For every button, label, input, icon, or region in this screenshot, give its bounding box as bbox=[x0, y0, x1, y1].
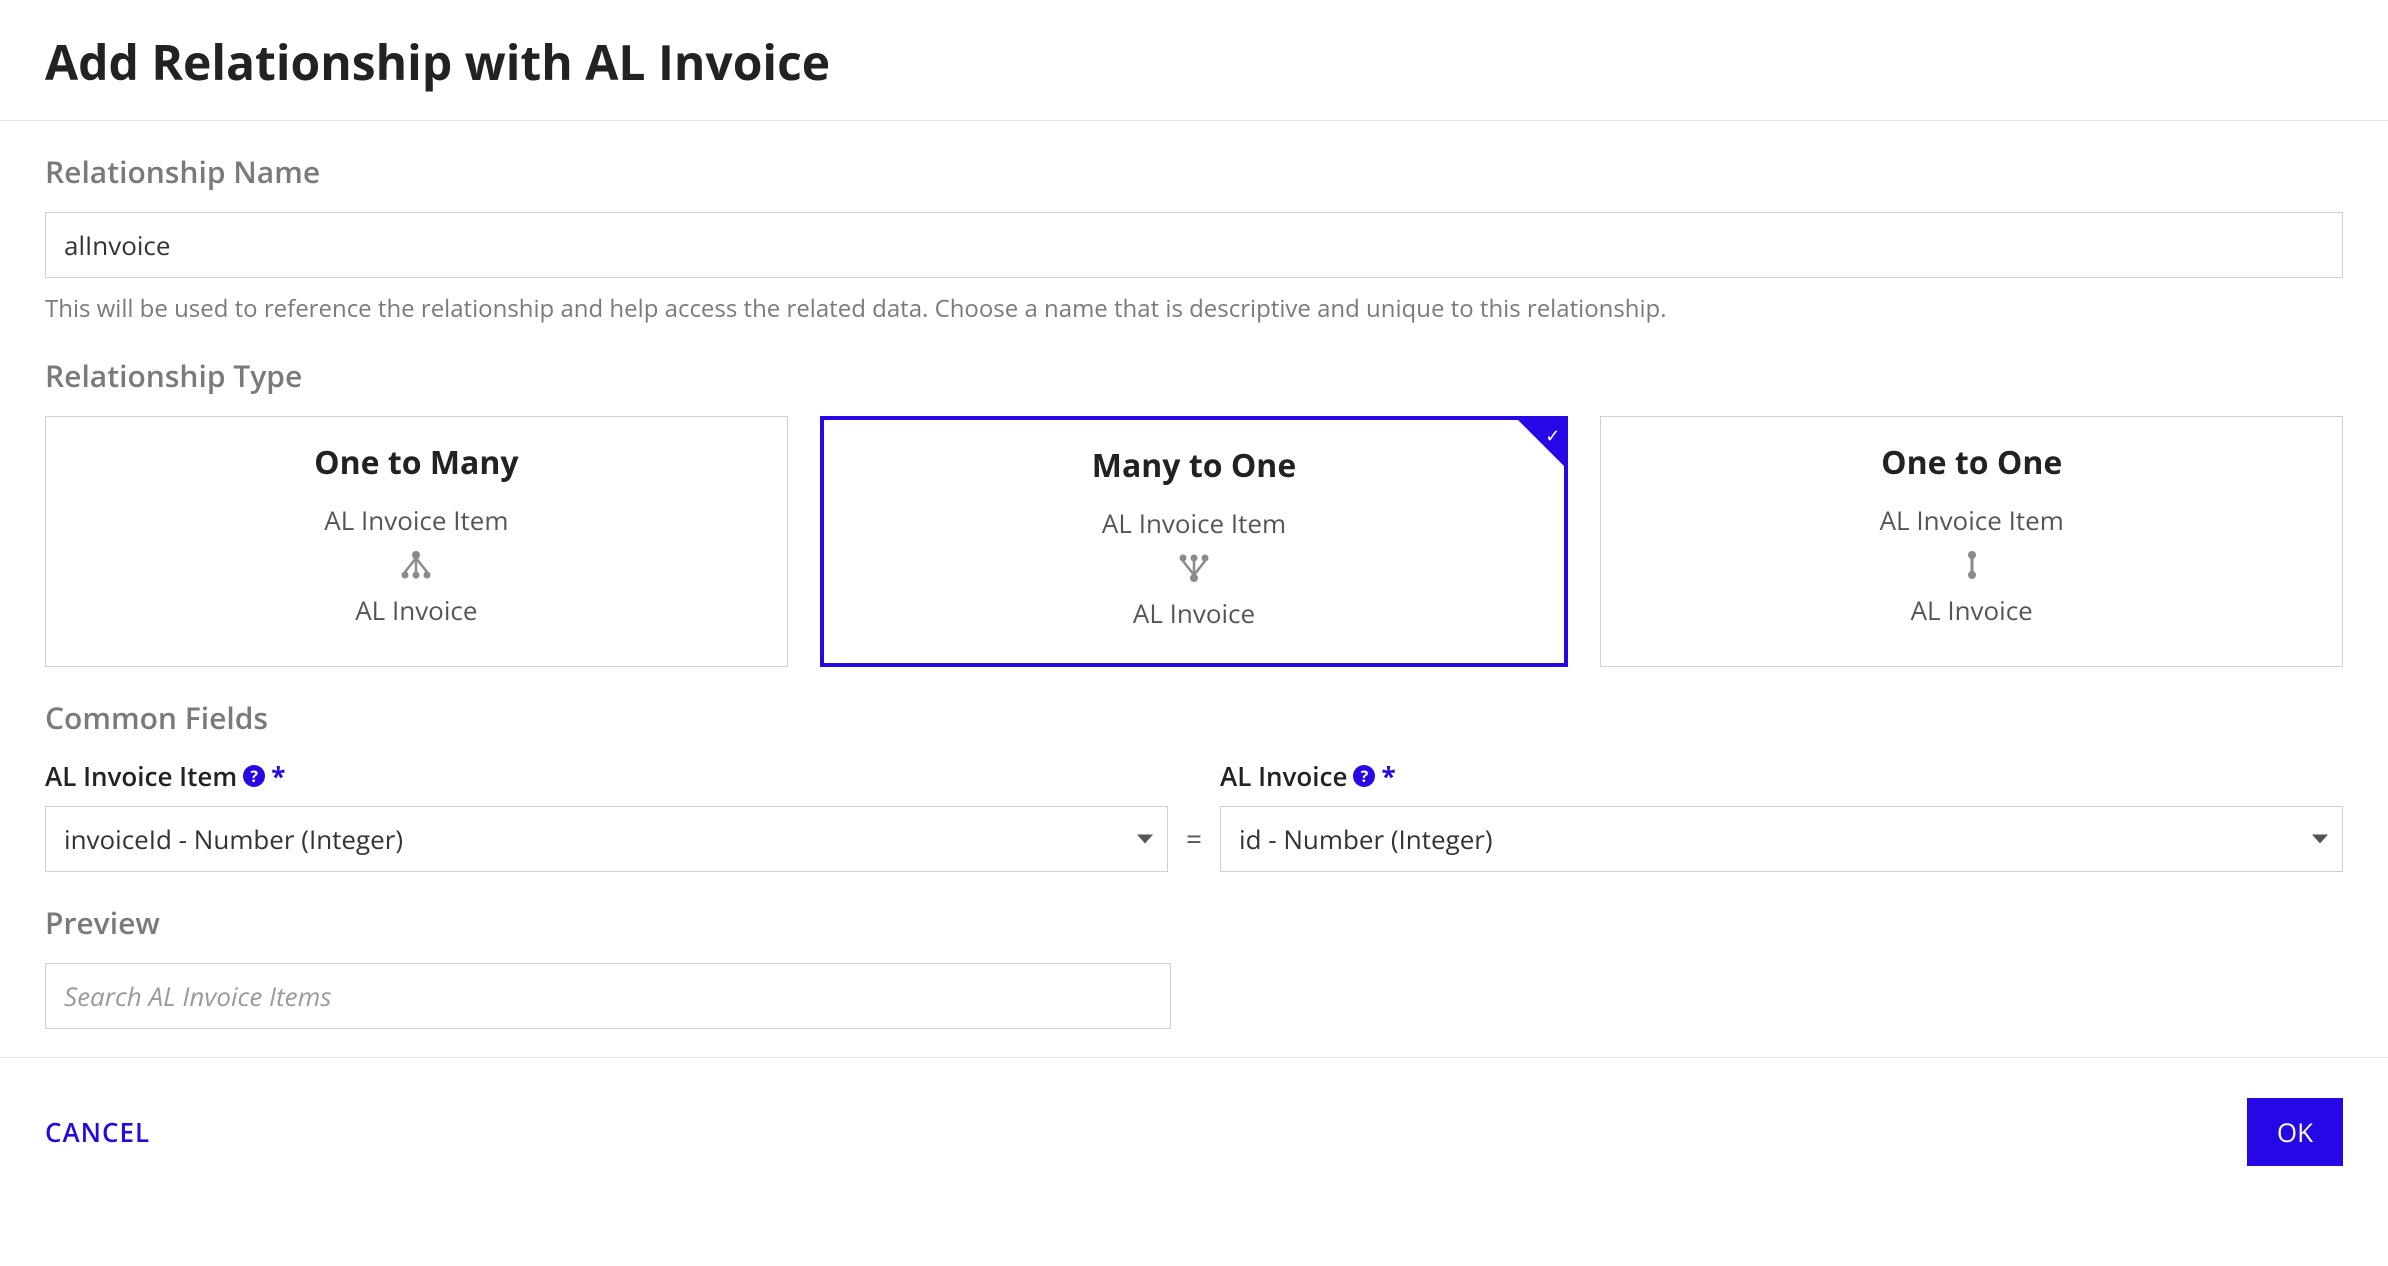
ok-button[interactable]: OK bbox=[2247, 1098, 2343, 1166]
required-indicator: * bbox=[271, 758, 285, 794]
chevron-down-icon bbox=[2312, 835, 2328, 844]
header-divider bbox=[0, 120, 2388, 121]
left-field-select-value: invoiceId - Number (Integer) bbox=[64, 821, 403, 857]
left-field-select[interactable]: invoiceId - Number (Integer) bbox=[45, 806, 1168, 872]
equals-sign: = bbox=[1186, 820, 1202, 872]
type-title: One to Many bbox=[66, 441, 767, 484]
relationship-type-label: Relationship Type bbox=[45, 355, 2343, 396]
common-fields-label: Common Fields bbox=[45, 697, 2343, 738]
type-from-entity: AL Invoice Item bbox=[1621, 502, 2322, 538]
type-card-many-to-one[interactable]: ✓ Many to One AL Invoice Item AL Invoice bbox=[820, 416, 1569, 667]
one-to-one-icon bbox=[1621, 548, 2322, 582]
type-title: One to One bbox=[1621, 441, 2322, 484]
right-field-label: AL Invoice ? * bbox=[1220, 758, 2343, 794]
chevron-down-icon bbox=[1137, 835, 1153, 844]
type-card-one-to-one[interactable]: ✓ One to One AL Invoice Item AL Invoice bbox=[1600, 416, 2343, 667]
left-field-label-text: AL Invoice Item bbox=[45, 758, 237, 794]
relationship-name-input[interactable] bbox=[45, 212, 2343, 278]
left-field-label: AL Invoice Item ? * bbox=[45, 758, 1168, 794]
right-field-label-text: AL Invoice bbox=[1220, 758, 1347, 794]
many-to-one-icon bbox=[844, 551, 1545, 585]
type-to-entity: AL Invoice bbox=[1621, 592, 2322, 628]
preview-label: Preview bbox=[45, 902, 2343, 943]
check-icon: ✓ bbox=[1545, 424, 1560, 448]
type-to-entity: AL Invoice bbox=[844, 595, 1545, 631]
relationship-name-help: This will be used to reference the relat… bbox=[45, 292, 2343, 325]
type-title: Many to One bbox=[844, 444, 1545, 487]
required-indicator: * bbox=[1381, 758, 1395, 794]
cancel-button[interactable]: CANCEL bbox=[45, 1114, 150, 1150]
page-title: Add Relationship with AL Invoice bbox=[45, 30, 2343, 95]
relationship-type-cards: ✓ One to Many AL Invoice Item AL Invoice… bbox=[45, 416, 2343, 667]
relationship-name-label: Relationship Name bbox=[45, 151, 2343, 192]
dialog-footer: CANCEL OK bbox=[0, 1057, 2388, 1206]
type-from-entity: AL Invoice Item bbox=[66, 502, 767, 538]
one-to-many-icon bbox=[66, 548, 767, 582]
right-field-select[interactable]: id - Number (Integer) bbox=[1220, 806, 2343, 872]
help-icon[interactable]: ? bbox=[1353, 765, 1375, 787]
type-to-entity: AL Invoice bbox=[66, 592, 767, 628]
right-field-select-value: id - Number (Integer) bbox=[1239, 821, 1493, 857]
help-icon[interactable]: ? bbox=[243, 765, 265, 787]
type-from-entity: AL Invoice Item bbox=[844, 505, 1545, 541]
type-card-one-to-many[interactable]: ✓ One to Many AL Invoice Item AL Invoice bbox=[45, 416, 788, 667]
preview-search-input[interactable] bbox=[45, 963, 1171, 1029]
